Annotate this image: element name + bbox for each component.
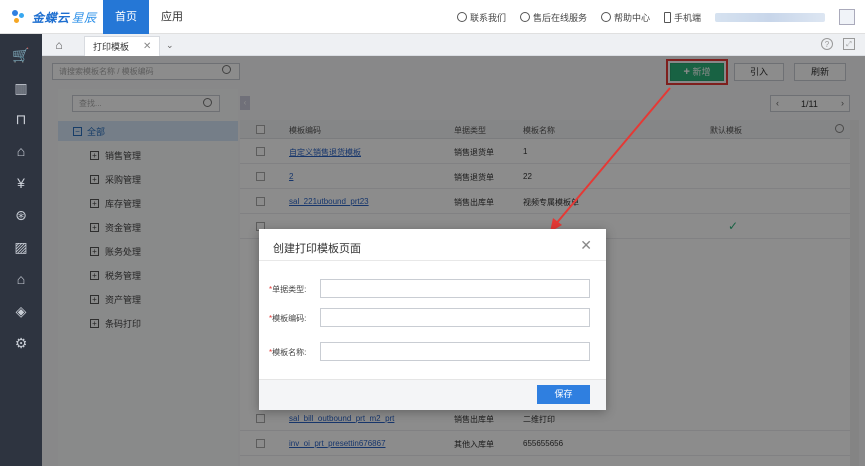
layers-icon[interactable]: ◈ bbox=[12, 302, 30, 320]
help-center-link[interactable]: 帮助中心 bbox=[600, 11, 650, 24]
headset-icon bbox=[519, 12, 530, 22]
save-button[interactable]: 保存 bbox=[537, 385, 590, 404]
close-icon[interactable]: ✕ bbox=[143, 41, 151, 52]
avatar[interactable] bbox=[839, 9, 855, 25]
finance-icon[interactable]: ¥ bbox=[12, 174, 30, 192]
brand-sub: 星辰 bbox=[71, 10, 97, 25]
close-icon[interactable]: ✕ bbox=[580, 237, 592, 254]
bill-type-label: *单据类型: bbox=[269, 285, 307, 294]
top-links: 联系我们 售后在线服务 帮助中心 手机端 bbox=[456, 0, 855, 34]
warehouse-icon[interactable]: ⌂ bbox=[12, 142, 30, 160]
user-name-redacted[interactable] bbox=[715, 12, 825, 22]
settings-icon[interactable]: ⚙ bbox=[12, 334, 30, 352]
chat-icon bbox=[456, 12, 467, 22]
brand-name: 金蝶云 bbox=[32, 10, 70, 25]
bag-icon[interactable]: ⊓ bbox=[12, 110, 30, 128]
tab-strip: ⌂ 打印模板 ✕ ⌄ ? ⤢ bbox=[42, 34, 865, 56]
nav-home-tab[interactable]: 首页 bbox=[103, 0, 149, 34]
create-template-dialog: 创建打印模板页面 ✕ *单据类型: *模板编码: *模板名称: 保存 bbox=[259, 229, 606, 410]
question-icon[interactable]: ? bbox=[821, 38, 833, 50]
brand-logo[interactable]: 金蝶云 星辰 bbox=[10, 8, 97, 26]
tab-print-template[interactable]: 打印模板 ✕ bbox=[84, 36, 160, 56]
nav-apps-tab[interactable]: 应用 bbox=[152, 0, 192, 34]
template-name-label: *模板名称: bbox=[269, 348, 307, 357]
template-name-input[interactable] bbox=[320, 342, 590, 361]
after-sales-link[interactable]: 售后在线服务 bbox=[519, 11, 587, 24]
template-code-label: *模板编码: bbox=[269, 314, 307, 323]
template-code-input[interactable] bbox=[320, 308, 590, 327]
mobile-link[interactable]: 手机端 bbox=[663, 11, 701, 24]
money-icon[interactable]: ⊛ bbox=[12, 206, 30, 224]
bill-type-input[interactable] bbox=[320, 279, 590, 298]
top-bar: 金蝶云 星辰 首页 应用 联系我们 售后在线服务 帮助中心 手机端 bbox=[0, 0, 865, 34]
contact-link[interactable]: 联系我们 bbox=[456, 11, 506, 24]
cart-icon[interactable]: 🛒 bbox=[12, 46, 30, 64]
logo-mark-icon bbox=[10, 9, 28, 25]
help-icon bbox=[600, 12, 611, 22]
phone-icon bbox=[663, 11, 671, 23]
home-icon[interactable]: ⌂ bbox=[50, 37, 68, 53]
tax-icon[interactable]: ⌂ bbox=[12, 270, 30, 288]
report-icon[interactable]: ▥ bbox=[12, 79, 30, 97]
dialog-title: 创建打印模板页面 bbox=[273, 243, 361, 255]
expand-icon[interactable]: ⤢ bbox=[843, 38, 855, 50]
chevron-down-icon[interactable]: ⌄ bbox=[166, 40, 174, 51]
left-sidebar: 🛒 ▥ ⊓ ⌂ ¥ ⊛ ▨ ⌂ ◈ ⚙ bbox=[0, 34, 42, 466]
chart-icon[interactable]: ▨ bbox=[12, 238, 30, 256]
